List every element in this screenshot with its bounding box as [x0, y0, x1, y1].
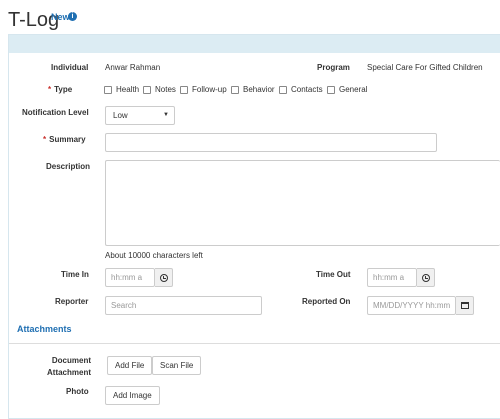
description-label: Description: [46, 162, 91, 171]
checkbox-icon: [180, 85, 188, 94]
summary-label-text: Summary: [49, 135, 86, 144]
notification-level-value: Low: [113, 111, 128, 120]
checkbox-icon: [143, 85, 151, 94]
reporter-search-input[interactable]: Search: [105, 296, 262, 315]
reported-on-calendar-button[interactable]: [456, 296, 474, 315]
add-file-button[interactable]: Add File: [107, 356, 153, 375]
checkbox-icon: [327, 85, 335, 94]
type-checkbox-contacts[interactable]: Contacts: [279, 85, 323, 94]
caret-down-icon: ▼: [163, 112, 169, 118]
type-checkbox-notes[interactable]: Notes: [143, 85, 176, 94]
photo-label: Photo: [66, 387, 89, 396]
clock-icon: [421, 273, 430, 282]
clock-icon: [159, 273, 168, 282]
checkbox-label: Contacts: [291, 85, 323, 94]
attachments-heading: Attachments: [17, 324, 72, 334]
checkbox-label: Behavior: [243, 85, 275, 94]
checkbox-icon: [104, 85, 112, 94]
add-image-button[interactable]: Add Image: [105, 386, 160, 405]
checkbox-label: General: [339, 85, 368, 94]
scan-file-button[interactable]: Scan File: [152, 356, 202, 375]
notification-level-select[interactable]: Low ▼: [105, 106, 175, 125]
type-checkbox-health[interactable]: Health: [104, 85, 139, 94]
checkbox-label: Notes: [155, 85, 176, 94]
characters-left-hint: About 10000 characters left: [105, 251, 203, 260]
individual-value: Anwar Rahman: [105, 63, 161, 72]
type-label: * Type: [48, 85, 72, 94]
info-icon[interactable]: i: [68, 12, 77, 21]
description-textarea[interactable]: [105, 160, 500, 246]
document-attachment-label: Document Attachment: [47, 355, 91, 379]
reported-on-input[interactable]: MM/DD/YYYY hh:mm: [367, 296, 456, 315]
notification-level-label: Notification Level: [22, 108, 89, 117]
time-out-input[interactable]: hh:mm a: [367, 268, 417, 287]
time-in-clock-button[interactable]: [155, 268, 173, 287]
time-in-label: Time In: [61, 270, 89, 279]
time-out-label: Time Out: [316, 270, 351, 279]
checkbox-icon: [231, 85, 239, 94]
new-link[interactable]: New: [51, 12, 70, 22]
reported-on-label: Reported On: [302, 297, 351, 306]
summary-label: * Summary: [43, 135, 86, 144]
time-out-clock-button[interactable]: [417, 268, 435, 287]
summary-input[interactable]: [105, 133, 437, 152]
document-label-line2: Attachment: [47, 368, 92, 377]
attachments-divider: [9, 343, 500, 344]
required-mark: *: [43, 135, 47, 144]
time-in-input[interactable]: hh:mm a: [105, 268, 155, 287]
checkbox-icon: [279, 85, 287, 94]
type-label-text: Type: [54, 85, 73, 94]
checkbox-label: Health: [116, 85, 140, 94]
reporter-label: Reporter: [55, 297, 89, 306]
program-value: Special Care For Gifted Children: [367, 63, 483, 72]
program-label: Program: [317, 63, 350, 72]
type-checkbox-behavior[interactable]: Behavior: [231, 85, 275, 94]
checkbox-label: Follow-up: [192, 85, 227, 94]
document-label-line1: Document: [51, 356, 92, 365]
type-checkbox-general[interactable]: General: [327, 85, 367, 94]
calendar-icon: [460, 302, 469, 309]
panel-header: [9, 35, 500, 53]
individual-label: Individual: [51, 63, 89, 72]
required-mark: *: [48, 85, 52, 94]
type-checkbox-follow-up[interactable]: Follow-up: [180, 85, 227, 94]
